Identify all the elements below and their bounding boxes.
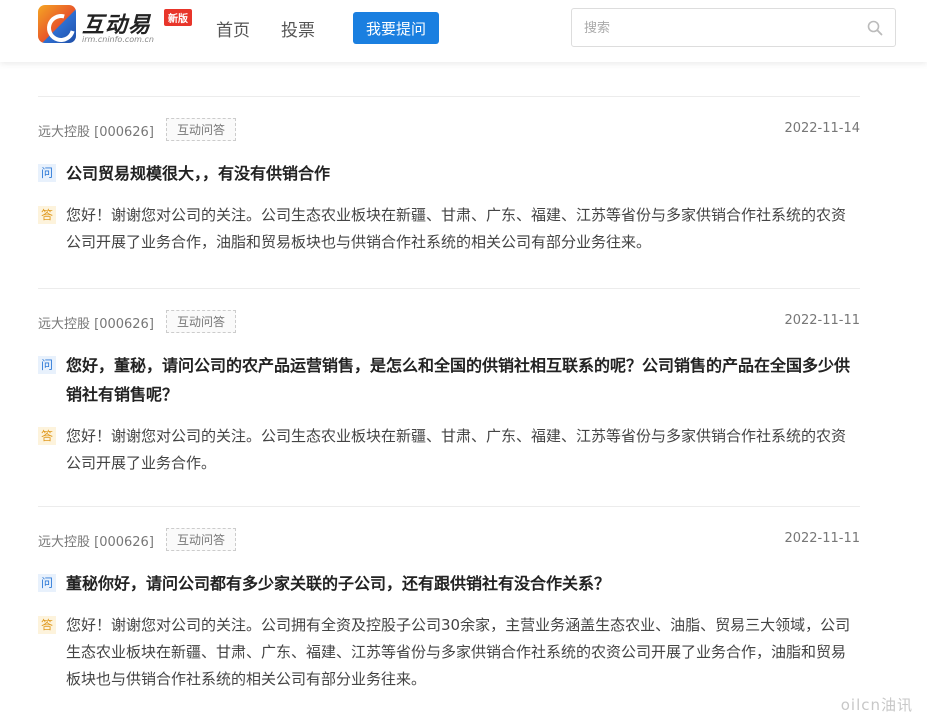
company-name[interactable]: 远大控股 [000626] xyxy=(38,121,154,140)
question[interactable]: 问 您好，董秘，请问公司的农产品运营销售，是怎么和全国的供销社相互联系的呢？公司… xyxy=(38,351,860,409)
qa-date: 2022-11-11 xyxy=(784,531,860,546)
answer-text: 您好！谢谢您对公司的关注。公司拥有全资及控股子公司30余家，主营业务涵盖生态农业… xyxy=(66,616,851,688)
company-name[interactable]: 远大控股 [000626] xyxy=(38,313,154,332)
question-mark-icon: 问 xyxy=(38,356,56,374)
question-mark-icon: 问 xyxy=(38,164,56,182)
answer-text: 您好！谢谢您对公司的关注。公司生态农业板块在新疆、甘肃、广东、福建、江苏等省份与… xyxy=(66,427,847,472)
answer-text: 您好！谢谢您对公司的关注。公司生态农业板块在新疆、甘肃、广东、福建、江苏等省份与… xyxy=(66,206,847,251)
question-text[interactable]: 公司贸易规模很大，，有没有供销合作 xyxy=(66,164,330,183)
site-logo[interactable]: 互动易 新版 irm.cninfo.com.cn xyxy=(38,5,198,47)
ask-question-button[interactable]: 我要提问 xyxy=(353,12,439,44)
qa-meta: 远大控股 [000626] 互动问答 2022-11-14 xyxy=(38,97,860,159)
qa-item: 远大控股 [000626] 互动问答 2022-11-14 问 公司贸易规模很大… xyxy=(38,96,860,288)
qa-tag: 互动问答 xyxy=(166,310,237,333)
new-version-badge: 新版 xyxy=(164,9,192,26)
logo-subtitle: irm.cninfo.com.cn xyxy=(82,35,154,44)
qa-meta: 远大控股 [000626] 互动问答 2022-11-11 xyxy=(38,289,860,351)
company-name[interactable]: 远大控股 [000626] xyxy=(38,531,154,550)
qa-date: 2022-11-11 xyxy=(784,313,860,328)
answer-mark-icon: 答 xyxy=(38,616,56,634)
qa-item: 远大控股 [000626] 互动问答 2022-11-11 问 董秘你好，请问公… xyxy=(38,506,860,693)
question-text[interactable]: 董秘你好，请问公司都有多少家关联的子公司，还有跟供销社有没合作关系？ xyxy=(66,574,610,593)
qa-list: 远大控股 [000626] 互动问答 2022-11-14 问 公司贸易规模很大… xyxy=(38,96,860,693)
watermark: oilcn油讯 xyxy=(840,696,913,714)
nav-vote[interactable]: 投票 xyxy=(281,16,315,41)
qa-meta: 远大控股 [000626] 互动问答 2022-11-11 xyxy=(38,507,860,569)
nav-home[interactable]: 首页 xyxy=(216,16,250,41)
qa-date: 2022-11-14 xyxy=(784,121,860,136)
top-header: 互动易 新版 irm.cninfo.com.cn 首页 投票 我要提问 xyxy=(0,0,927,62)
answer-mark-icon: 答 xyxy=(38,427,56,445)
question[interactable]: 问 董秘你好，请问公司都有多少家关联的子公司，还有跟供销社有没合作关系？ xyxy=(38,569,860,598)
question-text[interactable]: 您好，董秘，请问公司的农产品运营销售，是怎么和全国的供销社相互联系的呢？公司销售… xyxy=(66,356,850,404)
answer-mark-icon: 答 xyxy=(38,206,56,224)
question[interactable]: 问 公司贸易规模很大，，有没有供销合作 xyxy=(38,159,860,188)
search-input[interactable] xyxy=(584,17,854,39)
search-icon[interactable] xyxy=(867,20,883,36)
answer: 答 您好！谢谢您对公司的关注。公司生态农业板块在新疆、甘肃、广东、福建、江苏等省… xyxy=(38,423,860,477)
qa-tag: 互动问答 xyxy=(166,118,237,141)
qa-item: 远大控股 [000626] 互动问答 2022-11-11 问 您好，董秘，请问… xyxy=(38,288,860,506)
logo-icon xyxy=(38,5,76,43)
search-box xyxy=(571,8,896,47)
qa-tag: 互动问答 xyxy=(166,528,237,551)
answer: 答 您好！谢谢您对公司的关注。公司拥有全资及控股子公司30余家，主营业务涵盖生态… xyxy=(38,612,860,693)
answer: 答 您好！谢谢您对公司的关注。公司生态农业板块在新疆、甘肃、广东、福建、江苏等省… xyxy=(38,202,860,256)
question-mark-icon: 问 xyxy=(38,574,56,592)
